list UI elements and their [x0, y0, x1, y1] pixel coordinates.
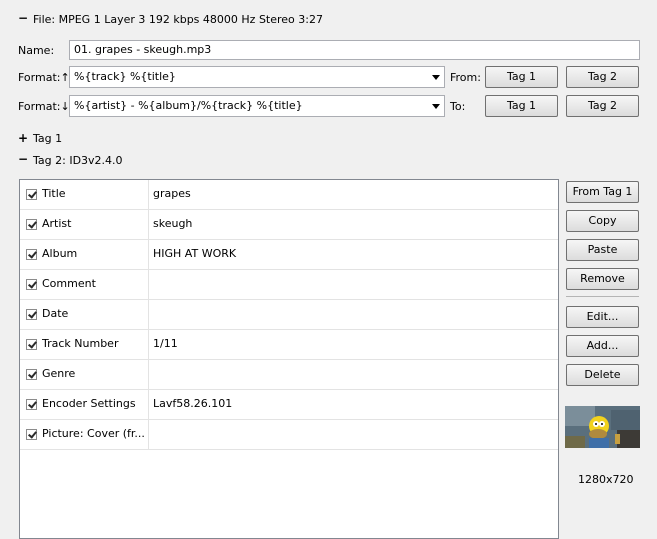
- divider: [566, 296, 639, 297]
- frame-name-cell[interactable]: Comment: [20, 270, 149, 299]
- frame-name: Genre: [42, 367, 76, 380]
- frame-name: Picture: Cover (fr...: [42, 427, 145, 440]
- format-down-combo[interactable]: %{artist} - %{album}/%{track} %{title}: [69, 95, 445, 117]
- tag2-section-label[interactable]: Tag 2: ID3v2.4.0: [33, 154, 123, 167]
- from-label: From:: [450, 71, 481, 84]
- format-down-value: %{artist} - %{album}/%{track} %{title}: [74, 99, 303, 112]
- table-row[interactable]: Artist skeugh: [20, 210, 558, 240]
- frame-name-cell[interactable]: Album: [20, 240, 149, 269]
- frame-enabled-checkbox[interactable]: [26, 279, 37, 290]
- table-row[interactable]: Title grapes: [20, 180, 558, 210]
- frame-enabled-checkbox[interactable]: [26, 399, 37, 410]
- frame-name: Artist: [42, 217, 72, 230]
- table-row[interactable]: Date: [20, 300, 558, 330]
- to-tag2-button[interactable]: Tag 2: [566, 95, 639, 117]
- frame-value[interactable]: grapes: [153, 187, 191, 200]
- table-row[interactable]: Album HIGH AT WORK: [20, 240, 558, 270]
- dropdown-arrow-icon[interactable]: [432, 104, 440, 109]
- format-up-label: Format:↑: [18, 71, 70, 84]
- copy-button[interactable]: Copy: [566, 210, 639, 232]
- frame-value[interactable]: HIGH AT WORK: [153, 247, 236, 260]
- tag2-collapse-icon[interactable]: −: [18, 152, 28, 166]
- to-label: To:: [450, 100, 466, 113]
- frame-name: Comment: [42, 277, 96, 290]
- frame-value[interactable]: Lavf58.26.101: [153, 397, 232, 410]
- frame-name-cell[interactable]: Track Number: [20, 330, 149, 359]
- frame-value[interactable]: 1/11: [153, 337, 178, 350]
- frame-enabled-checkbox[interactable]: [26, 429, 37, 440]
- tag1-section-label[interactable]: Tag 1: [33, 132, 62, 145]
- frames-table[interactable]: Title grapes Artist skeugh Album HIGH AT WORK…: [19, 179, 559, 539]
- frame-name-cell[interactable]: Genre: [20, 360, 149, 389]
- remove-button[interactable]: Remove: [566, 268, 639, 290]
- edit-button[interactable]: Edit...: [566, 306, 639, 328]
- name-label: Name:: [18, 44, 55, 57]
- frame-name-cell[interactable]: Picture: Cover (fr...: [20, 420, 149, 449]
- filename-input[interactable]: 01. grapes - skeugh.mp3: [69, 40, 640, 60]
- frame-name: Track Number: [42, 337, 119, 350]
- frame-enabled-checkbox[interactable]: [26, 339, 37, 350]
- format-up-combo[interactable]: %{track} %{title}: [69, 66, 445, 88]
- frame-name-cell[interactable]: Date: [20, 300, 149, 329]
- cartoon-cover-image: [565, 406, 640, 448]
- tag1-expand-icon[interactable]: +: [18, 131, 28, 145]
- to-tag1-button[interactable]: Tag 1: [485, 95, 558, 117]
- table-row[interactable]: Track Number 1/11: [20, 330, 558, 360]
- frame-enabled-checkbox[interactable]: [26, 309, 37, 320]
- frame-enabled-checkbox[interactable]: [26, 219, 37, 230]
- frame-name: Encoder Settings: [42, 397, 136, 410]
- from-tag2-button[interactable]: Tag 2: [566, 66, 639, 88]
- from-tag1-button[interactable]: Tag 1: [485, 66, 558, 88]
- frame-name: Date: [42, 307, 69, 320]
- table-row[interactable]: Picture: Cover (fr...: [20, 420, 558, 450]
- cover-picture-thumbnail[interactable]: [565, 406, 640, 448]
- table-row[interactable]: Encoder Settings Lavf58.26.101: [20, 390, 558, 420]
- paste-button[interactable]: Paste: [566, 239, 639, 261]
- format-down-label: Format:↓: [18, 100, 70, 113]
- frame-name: Album: [42, 247, 78, 260]
- frame-name-cell[interactable]: Title: [20, 180, 149, 209]
- delete-button[interactable]: Delete: [566, 364, 639, 386]
- frame-enabled-checkbox[interactable]: [26, 249, 37, 260]
- add-button[interactable]: Add...: [566, 335, 639, 357]
- frame-name-cell[interactable]: Artist: [20, 210, 149, 239]
- frame-enabled-checkbox[interactable]: [26, 189, 37, 200]
- frame-name-cell[interactable]: Encoder Settings: [20, 390, 149, 419]
- frame-enabled-checkbox[interactable]: [26, 369, 37, 380]
- frame-name: Title: [42, 187, 66, 200]
- dropdown-arrow-icon[interactable]: [432, 75, 440, 80]
- from-tag1-copy-button[interactable]: From Tag 1: [566, 181, 639, 203]
- table-row[interactable]: Genre: [20, 360, 558, 390]
- picture-size: 1280x720: [578, 473, 634, 486]
- file-collapse-icon[interactable]: −: [18, 11, 28, 25]
- frame-value[interactable]: skeugh: [153, 217, 192, 230]
- table-row[interactable]: Comment: [20, 270, 558, 300]
- format-up-value: %{track} %{title}: [74, 70, 176, 83]
- file-info: File: MPEG 1 Layer 3 192 kbps 48000 Hz S…: [33, 13, 323, 26]
